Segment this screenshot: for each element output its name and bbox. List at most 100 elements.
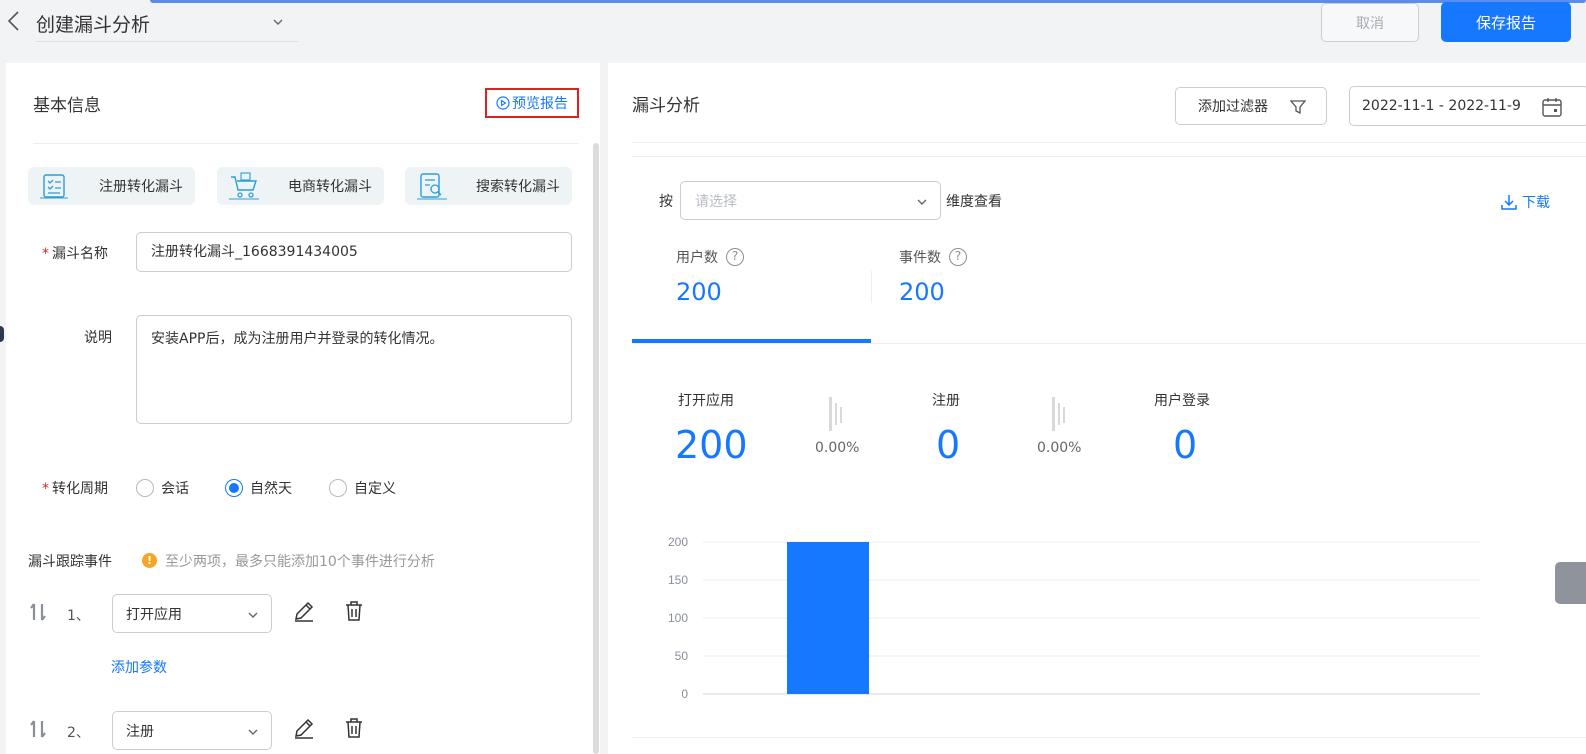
event-select[interactable]: 打开应用	[112, 594, 272, 633]
radio-circle-selected	[225, 479, 243, 497]
chevron-down-icon	[248, 612, 258, 618]
template-register-funnel[interactable]: 注册转化漏斗	[28, 167, 195, 205]
divider	[632, 142, 1586, 143]
edge-handle[interactable]	[0, 326, 4, 342]
step-value: 0	[1173, 423, 1198, 467]
report-title-select[interactable]: 创建漏斗分析	[36, 4, 298, 42]
dimension-select[interactable]: 请选择	[680, 181, 941, 220]
date-range-picker[interactable]: 2022-11-1 - 2022-11-9	[1349, 86, 1586, 126]
event-number: 2、	[67, 725, 90, 741]
warning-icon: !	[142, 553, 157, 568]
edit-pencil-icon[interactable]	[293, 717, 315, 739]
funnel-name-label: * 漏斗名称	[42, 246, 108, 262]
search-doc-icon	[417, 173, 447, 200]
top-bar: 创建漏斗分析 取消 保存报告	[0, 0, 1586, 58]
stat-label: 事件数	[899, 250, 941, 266]
funnel-bar-chart: 200 150 100 50 0	[668, 535, 1480, 701]
step-name: 打开应用	[678, 393, 734, 409]
step-value: 200	[675, 423, 748, 467]
funnel-name-input[interactable]: 注册转化漏斗_1668391434005	[136, 232, 572, 272]
filter-funnel-icon	[1290, 100, 1306, 115]
trash-icon[interactable]	[344, 600, 364, 622]
section-title: 基本信息	[33, 96, 101, 116]
funnel-analysis-panel: 漏斗分析 添加过滤器 2022-11-1 - 2022-11-9 按 请选择 维…	[608, 63, 1586, 754]
analysis-title: 漏斗分析	[632, 96, 700, 116]
radio-label: 自定义	[354, 481, 396, 497]
checklist-icon	[40, 174, 68, 199]
add-parameter-link[interactable]: 添加参数	[111, 657, 167, 677]
events-title: 漏斗跟踪事件	[28, 554, 112, 570]
dimension-suffix: 维度查看	[946, 194, 1002, 210]
period-label: * 转化周期	[42, 481, 108, 497]
help-icon[interactable]: ?	[949, 248, 967, 266]
divider	[871, 271, 872, 303]
add-filter-label: 添加过滤器	[1198, 99, 1268, 115]
template-search-funnel[interactable]: 搜索转化漏斗	[405, 167, 572, 205]
radio-label: 会话	[161, 481, 189, 497]
step-name: 用户登录	[1154, 393, 1210, 409]
download-link[interactable]: 下载	[1500, 192, 1550, 212]
play-circle-icon	[496, 96, 510, 110]
conversion-arrow-icon	[1052, 397, 1065, 431]
page-title: 创建漏斗分析	[36, 14, 151, 36]
chevron-down-icon	[917, 199, 927, 205]
divider	[632, 156, 1586, 157]
back-arrow-icon[interactable]	[4, 10, 24, 32]
event-number: 1、	[67, 608, 90, 624]
template-ecommerce-funnel[interactable]: 电商转化漏斗	[217, 167, 384, 205]
template-label: 搜索转化漏斗	[476, 179, 560, 195]
cancel-button[interactable]: 取消	[1321, 3, 1419, 42]
download-label: 下载	[1522, 195, 1550, 211]
calendar-icon	[1542, 98, 1562, 117]
radio-label: 自然天	[250, 481, 292, 497]
divider	[632, 737, 1586, 738]
description-textarea[interactable]: 安装APP后，成为注册用户并登录的转化情况。	[136, 315, 572, 424]
step-name: 注册	[932, 393, 960, 409]
conversion-arrow-icon	[829, 397, 842, 431]
y-tick-label: 150	[668, 573, 688, 587]
by-label: 按	[659, 194, 673, 210]
edit-pencil-icon[interactable]	[293, 600, 315, 622]
y-tick-label: 100	[668, 611, 688, 625]
event-select-value: 打开应用	[126, 606, 182, 623]
basic-info-panel: 基本信息 预览报告 注册转化漏斗 电商转化漏斗 搜索转化漏斗 * 漏斗名称 注册转…	[6, 63, 600, 754]
save-report-button[interactable]: 保存报告	[1441, 2, 1571, 42]
radio-circle	[136, 479, 154, 497]
divider	[632, 343, 1586, 344]
left-panel-scrollbar[interactable]	[593, 143, 599, 754]
preview-report-link[interactable]: 预览报告	[485, 88, 579, 118]
event-select[interactable]: 注册	[112, 711, 272, 750]
template-label: 注册转化漏斗	[99, 179, 183, 195]
drag-sort-icon[interactable]	[28, 602, 48, 622]
events-hint: 至少两项，最多只能添加10个事件进行分析	[165, 554, 435, 570]
step-value: 0	[936, 423, 961, 467]
period-radio-session[interactable]: 会话	[136, 478, 189, 498]
stat-label: 用户数	[676, 250, 718, 266]
dimension-placeholder: 请选择	[695, 193, 737, 210]
conversion-rate: 0.00%	[815, 440, 860, 456]
conversion-rate: 0.00%	[1037, 440, 1082, 456]
help-icon[interactable]: ?	[726, 248, 744, 266]
period-radio-natural-day[interactable]: 自然天	[225, 478, 292, 498]
side-drawer-tab[interactable]	[1555, 562, 1586, 604]
event-select-value: 注册	[126, 723, 154, 740]
chart-bar[interactable]	[787, 542, 869, 694]
cart-icon	[229, 172, 259, 200]
drag-sort-icon[interactable]	[28, 719, 48, 739]
trash-icon[interactable]	[344, 717, 364, 739]
y-tick-label: 50	[675, 649, 689, 663]
radio-circle	[329, 479, 347, 497]
user-count-value: 200	[676, 278, 722, 306]
description-label: 说明	[84, 330, 112, 346]
y-tick-label: 0	[681, 687, 688, 701]
preview-report-label: 预览报告	[512, 96, 568, 112]
chevron-down-icon	[248, 729, 258, 735]
y-tick-label: 200	[668, 535, 688, 549]
download-icon	[1501, 195, 1517, 210]
tab-user-count[interactable]: 用户数 ?	[676, 247, 744, 267]
tab-event-count[interactable]: 事件数 ?	[899, 247, 967, 267]
add-filter-button[interactable]: 添加过滤器	[1175, 87, 1327, 125]
period-radio-custom[interactable]: 自定义	[329, 478, 396, 498]
date-range-value: 2022-11-1 - 2022-11-9	[1362, 98, 1521, 114]
template-label: 电商转化漏斗	[288, 179, 372, 195]
